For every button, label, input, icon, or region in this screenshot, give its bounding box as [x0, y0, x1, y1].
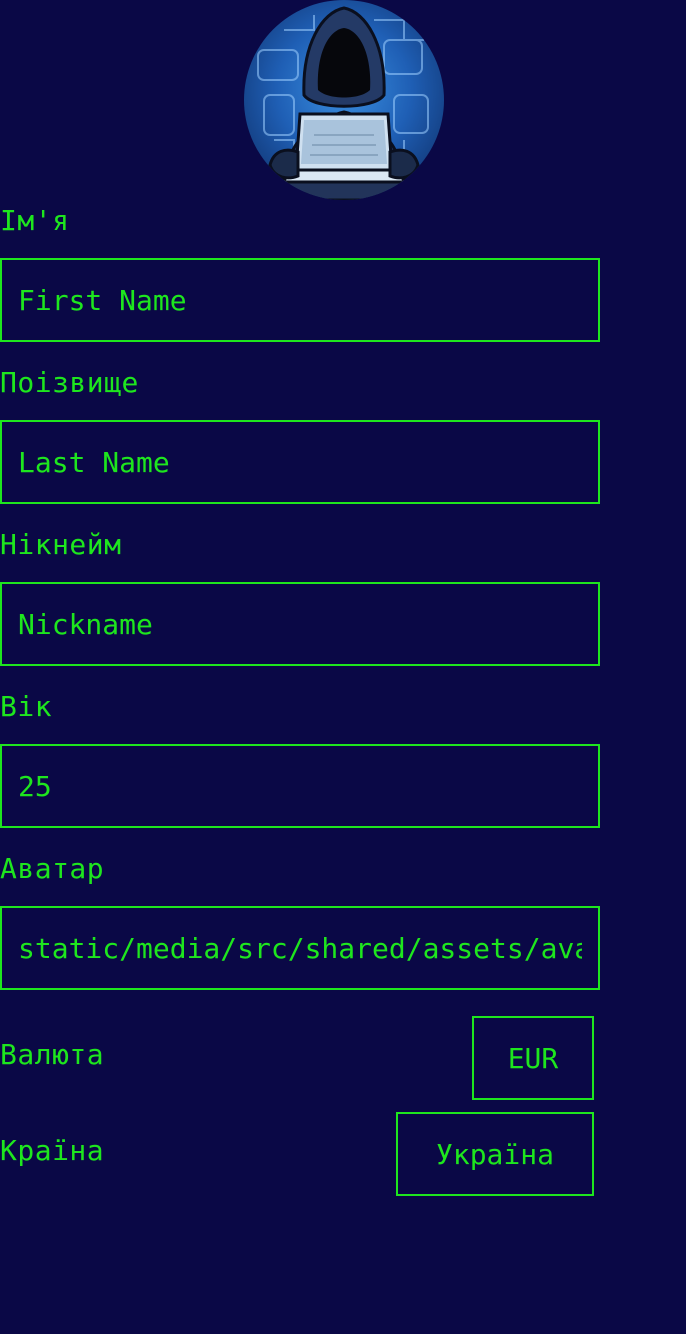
avatar-path-input[interactable] [0, 906, 600, 990]
avatar-label: Аватар [0, 852, 105, 885]
country-select[interactable]: Україна [396, 1112, 594, 1196]
nickname-label: Нікнейм [0, 528, 122, 561]
age-input[interactable] [0, 744, 600, 828]
currency-label: Валюта [0, 1038, 105, 1071]
first-name-label: Ім'я [0, 204, 70, 237]
avatar [244, 0, 444, 200]
country-label: Країна [0, 1134, 105, 1167]
age-label: Вік [0, 690, 53, 723]
nickname-input[interactable] [0, 582, 600, 666]
country-selected-value: Україна [435, 1137, 554, 1171]
currency-select[interactable]: EUR [472, 1016, 594, 1100]
last-name-label: Поізвище [0, 366, 139, 399]
currency-selected-value: EUR [507, 1041, 559, 1075]
hacker-avatar-icon [257, 6, 429, 200]
first-name-input[interactable] [0, 258, 600, 342]
profile-page: Ім'я Поізвище Нікнейм Вік Аватар Валюта … [0, 0, 686, 1334]
last-name-input[interactable] [0, 420, 600, 504]
